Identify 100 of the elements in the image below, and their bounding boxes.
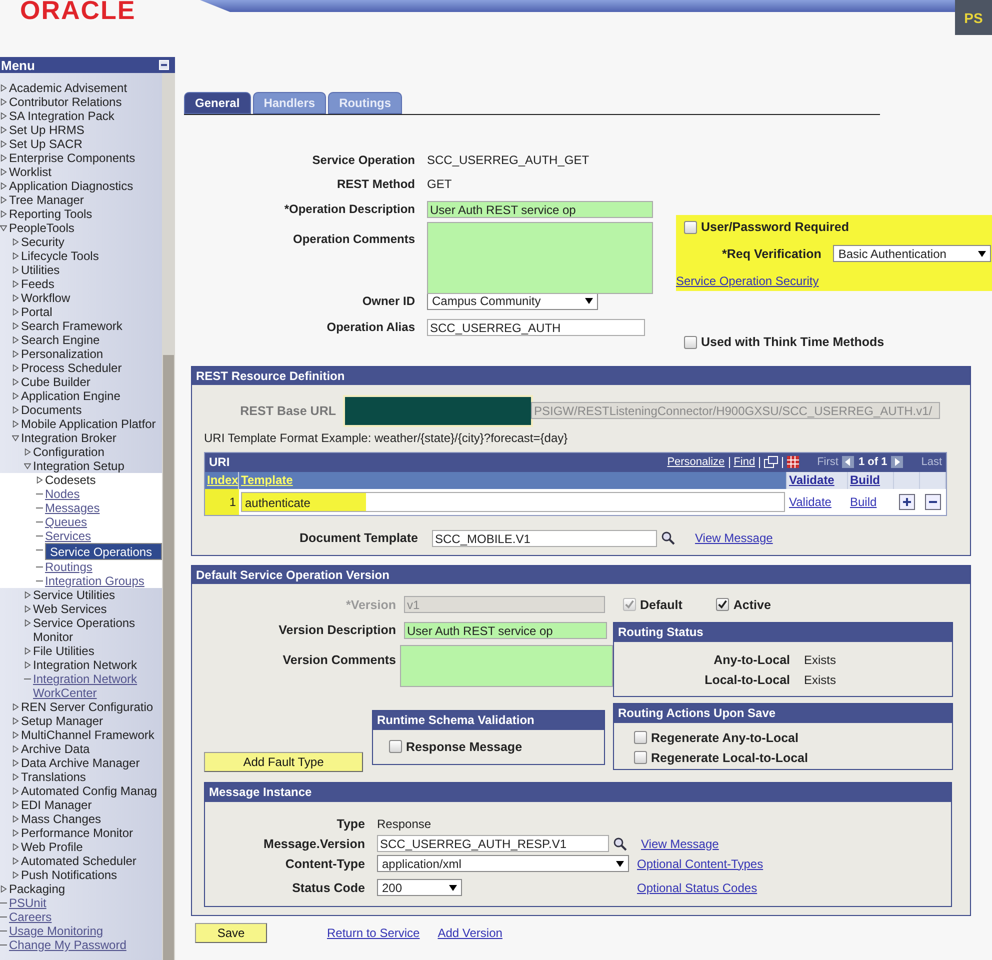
column-header[interactable]: Validate <box>787 472 848 488</box>
collapsed-triangle-icon[interactable] <box>0 112 7 120</box>
collapsed-triangle-icon[interactable] <box>0 196 7 204</box>
collapsed-triangle-icon[interactable] <box>24 605 31 613</box>
collapsed-triangle-icon[interactable] <box>12 392 19 400</box>
menu-item[interactable]: Usage Monitoring <box>9 924 106 938</box>
next-icon[interactable] <box>891 456 904 468</box>
collapsed-triangle-icon[interactable] <box>12 801 19 809</box>
collapsed-triangle-icon[interactable] <box>12 731 19 739</box>
collapsed-triangle-icon[interactable] <box>0 140 7 148</box>
input-field[interactable]: SCC_MOBILE.V1 <box>432 530 657 546</box>
checkbox[interactable] <box>634 751 647 764</box>
menu-item[interactable]: Set Up SACR <box>9 137 84 151</box>
collapsed-triangle-icon[interactable] <box>0 98 7 106</box>
menu-item[interactable]: Workflow <box>21 291 72 305</box>
collapsed-triangle-icon[interactable] <box>12 871 19 879</box>
collapse-icon[interactable] <box>159 60 169 70</box>
content-types-link[interactable]: Optional Content-Types <box>637 856 764 870</box>
menu-item[interactable]: Integration Setup <box>33 459 126 473</box>
collapsed-triangle-icon[interactable] <box>0 885 7 893</box>
menu-item[interactable]: Integration Network <box>33 658 140 672</box>
menu-item[interactable]: Reporting Tools <box>9 207 94 221</box>
menu-item[interactable]: Search Engine <box>21 333 102 347</box>
checkbox[interactable] <box>634 731 647 744</box>
menu-item[interactable]: Integration Network WorkCenter <box>33 672 162 700</box>
collapsed-triangle-icon[interactable] <box>12 857 19 865</box>
checkbox[interactable] <box>716 598 730 611</box>
collapsed-triangle-icon[interactable] <box>12 420 19 428</box>
menu-item[interactable]: Archive Data <box>21 742 92 756</box>
expanded-triangle-icon[interactable] <box>12 434 19 442</box>
menu-item[interactable]: Academic Advisement <box>9 81 130 95</box>
input-field[interactable]: SCC_USERREG_AUTH <box>427 318 645 336</box>
personalize-link[interactable]: Personalize <box>667 456 725 468</box>
menu-item[interactable]: Push Notifications <box>21 868 120 882</box>
collapsed-triangle-icon[interactable] <box>0 182 7 190</box>
collapsed-triangle-icon[interactable] <box>12 252 19 260</box>
save-button[interactable]: Save <box>195 922 267 942</box>
menu-item[interactable]: Feeds <box>21 277 56 291</box>
collapsed-triangle-icon[interactable] <box>12 829 19 837</box>
menu-item[interactable]: Security <box>21 235 66 249</box>
menu-item[interactable]: Data Archive Manager <box>21 756 142 770</box>
menu-item[interactable]: Performance Monitor <box>21 826 136 840</box>
collapsed-triangle-icon[interactable] <box>12 294 19 302</box>
column-header[interactable]: Build <box>848 472 894 488</box>
menu-item[interactable]: Mass Changes <box>21 812 104 826</box>
find-link[interactable]: Find <box>734 456 756 468</box>
menu-item[interactable]: Mobile Application Platfor <box>21 417 158 431</box>
collapsed-triangle-icon[interactable] <box>36 476 43 484</box>
collapsed-triangle-icon[interactable] <box>0 210 7 218</box>
build-link[interactable]: Build <box>850 494 877 508</box>
menu-item[interactable]: Lifecycle Tools <box>21 249 101 263</box>
collapsed-triangle-icon[interactable] <box>12 308 19 316</box>
menu-item[interactable]: Careers <box>9 910 54 924</box>
footer-link[interactable]: Add Version <box>438 926 502 940</box>
menu-item[interactable]: Cube Builder <box>21 375 92 389</box>
menu-item[interactable]: Service Operations Monitor <box>33 616 162 644</box>
validate-link[interactable]: Validate <box>789 494 832 508</box>
collapsed-triangle-icon[interactable] <box>12 717 19 725</box>
collapsed-triangle-icon[interactable] <box>12 266 19 274</box>
menu-item[interactable]: Contributor Relations <box>9 95 124 109</box>
collapsed-triangle-icon[interactable] <box>12 703 19 711</box>
textarea-field[interactable] <box>400 644 613 686</box>
menu-item[interactable]: Service Operations <box>45 543 162 560</box>
previous-icon[interactable] <box>842 456 854 468</box>
collapsed-triangle-icon[interactable] <box>24 661 31 669</box>
input-field[interactable]: SCC_USERREG_AUTH_RESP.V1 <box>377 835 609 852</box>
add-fault-type-button[interactable]: Add Fault Type <box>204 752 363 772</box>
menu-item[interactable]: MultiChannel Framework <box>21 728 156 742</box>
collapsed-triangle-icon[interactable] <box>0 154 7 162</box>
checkbox[interactable] <box>684 220 697 234</box>
menu-item[interactable]: PeopleTools <box>9 221 76 235</box>
collapsed-triangle-icon[interactable] <box>12 787 19 795</box>
collapsed-triangle-icon[interactable] <box>12 280 19 288</box>
collapsed-triangle-icon[interactable] <box>12 336 19 344</box>
tab[interactable]: General <box>184 92 251 114</box>
delete-row-icon[interactable] <box>925 494 941 510</box>
expanded-triangle-icon[interactable] <box>24 462 31 470</box>
scrollbar-thumb[interactable] <box>163 355 174 960</box>
checkbox[interactable] <box>684 336 697 348</box>
menu-item[interactable]: File Utilities <box>33 644 96 658</box>
menu-item[interactable]: Automated Config Manag <box>21 784 160 798</box>
menu-item[interactable]: Worklist <box>9 165 54 179</box>
menu-item[interactable]: SA Integration Pack <box>9 109 116 123</box>
spreadsheet-icon[interactable] <box>787 456 800 468</box>
search-icon[interactable] <box>613 836 627 850</box>
collapsed-triangle-icon[interactable] <box>12 773 19 781</box>
search-icon[interactable] <box>661 531 675 545</box>
menu-item[interactable]: Automated Scheduler <box>21 854 138 868</box>
view-message-link[interactable]: View Message <box>641 836 719 850</box>
collapsed-triangle-icon[interactable] <box>12 759 19 767</box>
security-link[interactable]: Service Operation Security <box>676 274 819 288</box>
new-window-icon[interactable] <box>764 456 778 468</box>
collapsed-triangle-icon[interactable] <box>24 647 31 655</box>
verification-dropdown[interactable]: Basic Authentication <box>833 245 992 262</box>
menu-item[interactable]: Application Diagnostics <box>9 179 136 193</box>
footer-link[interactable]: Return to Service <box>327 926 420 940</box>
collapsed-triangle-icon[interactable] <box>12 364 19 372</box>
menu-item[interactable]: Packaging <box>9 882 68 896</box>
collapsed-triangle-icon[interactable] <box>12 745 19 753</box>
menu-item[interactable]: Integration Broker <box>21 431 118 445</box>
